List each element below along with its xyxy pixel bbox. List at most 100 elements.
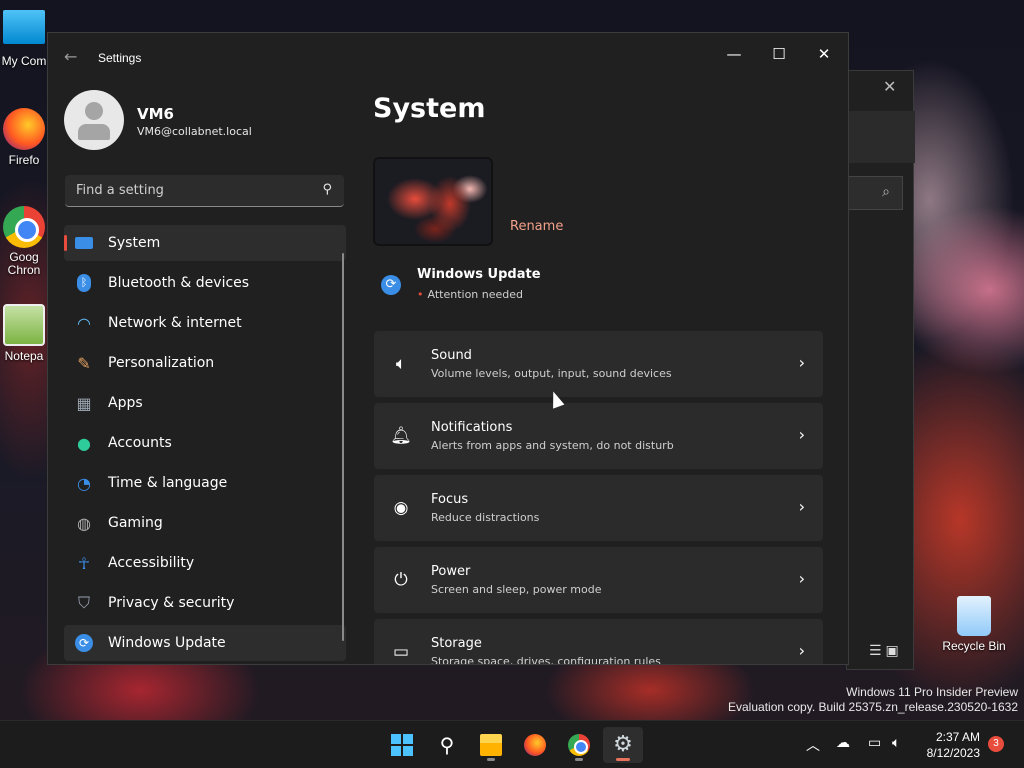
start-icon bbox=[391, 734, 413, 756]
running-indicator bbox=[575, 758, 583, 761]
avatar[interactable] bbox=[64, 90, 124, 150]
onedrive-icon[interactable]: ☁ bbox=[836, 735, 850, 751]
sidebar-item-gaming[interactable]: ◍ Gaming bbox=[64, 505, 346, 541]
shield-icon: ⛉ bbox=[77, 593, 90, 612]
taskbar-settings[interactable]: ⚙ bbox=[603, 727, 643, 763]
globe-clock-icon: ◔ bbox=[77, 473, 91, 493]
card-subtitle: Volume levels, output, input, sound devi… bbox=[431, 367, 672, 380]
firefox-icon bbox=[3, 108, 45, 150]
chrome-icon bbox=[568, 734, 590, 756]
clock-date: 8/12/2023 bbox=[926, 746, 980, 760]
sidebar-item-accounts[interactable]: ● Accounts bbox=[64, 425, 346, 461]
clock-time: 2:37 AM bbox=[935, 730, 980, 744]
active-indicator bbox=[616, 758, 630, 761]
power-icon: ⏻ bbox=[394, 570, 408, 590]
windows-update-icon: ⟳ bbox=[74, 633, 94, 653]
sidebar-item-privacy-security[interactable]: ⛉ Privacy & security bbox=[64, 585, 346, 621]
sidebar-item-personalization[interactable]: ✎ Personalization bbox=[64, 345, 346, 381]
attention-dot-icon: • bbox=[417, 288, 424, 301]
windows-update-title[interactable]: Windows Update bbox=[417, 267, 541, 282]
notification-badge[interactable]: 3 bbox=[988, 736, 1004, 752]
desktop-icon-recycle-bin[interactable]: Recycle Bin bbox=[936, 596, 1012, 653]
card-focus[interactable]: ◉ Focus Reduce distractions › bbox=[374, 475, 823, 541]
taskbar-firefox[interactable] bbox=[515, 727, 555, 763]
settings-cards: 🔈︎ Sound Volume levels, output, input, s… bbox=[374, 331, 823, 664]
sidebar-item-label: Apps bbox=[108, 395, 143, 411]
sidebar-item-label: Gaming bbox=[108, 515, 163, 531]
notepad-icon bbox=[3, 304, 45, 346]
chevron-right-icon: › bbox=[798, 497, 805, 516]
watermark-line-1: Windows 11 Pro Insider Preview bbox=[846, 685, 1018, 699]
card-subtitle: Reduce distractions bbox=[431, 511, 540, 524]
background-window-toolbar bbox=[847, 111, 915, 163]
chevron-right-icon: › bbox=[798, 353, 805, 372]
file-explorer-icon bbox=[480, 734, 502, 756]
sidebar-item-windows-update[interactable]: ⟳ Windows Update bbox=[64, 625, 346, 661]
evaluation-watermark: Windows 11 Pro Insider Preview Evaluatio… bbox=[728, 685, 1018, 715]
window-title: Settings bbox=[98, 51, 142, 65]
system-clock[interactable]: 2:37 AM 8/12/2023 bbox=[916, 729, 980, 761]
watermark-line-2: Evaluation copy. Build 25375.zn_release.… bbox=[728, 700, 1018, 714]
sidebar-scrollbar[interactable] bbox=[342, 253, 344, 641]
windows-update-status-text: Attention needed bbox=[427, 288, 524, 301]
sidebar-item-network[interactable]: ◠ Network & internet bbox=[64, 305, 346, 341]
close-icon[interactable]: ✕ bbox=[883, 77, 896, 96]
device-wallpaper-thumbnail bbox=[373, 157, 493, 246]
sidebar-item-time-language[interactable]: ◔ Time & language bbox=[64, 465, 346, 501]
bell-icon: 🔔︎ bbox=[390, 426, 412, 446]
card-title: Notifications bbox=[431, 420, 513, 435]
sidebar-item-label: Personalization bbox=[108, 355, 215, 371]
chevron-up-icon[interactable]: ︿ bbox=[806, 735, 820, 755]
bluetooth-icon: ᛒ bbox=[74, 273, 94, 293]
taskbar-search-button[interactable]: ⚲ bbox=[427, 727, 467, 763]
sidebar-item-system[interactable]: System bbox=[64, 225, 346, 261]
card-notifications[interactable]: 🔔︎ Notifications Alerts from apps and sy… bbox=[374, 403, 823, 469]
focus-icon: ◉ bbox=[393, 498, 409, 518]
title-bar[interactable]: ← Settings — ☐ ✕ bbox=[48, 33, 848, 83]
minimize-button[interactable]: — bbox=[712, 39, 756, 69]
firefox-icon bbox=[524, 734, 546, 756]
sidebar-item-label: Bluetooth & devices bbox=[108, 275, 250, 291]
search-input[interactable] bbox=[65, 175, 315, 206]
settings-window: ← Settings — ☐ ✕ VM6 VM6@collabnet.local… bbox=[47, 32, 849, 665]
card-storage[interactable]: ▭ Storage Storage space, drives, configu… bbox=[374, 619, 823, 664]
windows-update-status: • Attention needed bbox=[417, 288, 523, 301]
background-window-search[interactable]: ⌕ bbox=[847, 176, 903, 210]
desktop-icon-label: Recycle Bin bbox=[942, 639, 1006, 653]
running-indicator bbox=[487, 758, 495, 761]
card-subtitle: Alerts from apps and system, do not dist… bbox=[431, 439, 674, 452]
close-button[interactable]: ✕ bbox=[802, 39, 846, 69]
search-icon[interactable]: ⚲ bbox=[322, 182, 332, 197]
background-window[interactable]: ✕ ⌕ ☰▣ bbox=[846, 70, 915, 670]
rename-link[interactable]: Rename bbox=[510, 219, 563, 234]
card-sound[interactable]: 🔈︎ Sound Volume levels, output, input, s… bbox=[374, 331, 823, 397]
back-arrow-icon[interactable]: ← bbox=[64, 47, 77, 66]
card-power[interactable]: ⏻ Power Screen and sleep, power mode › bbox=[374, 547, 823, 613]
sidebar-item-label: Network & internet bbox=[108, 315, 242, 331]
chevron-right-icon: › bbox=[798, 569, 805, 588]
volume-icon[interactable]: 🔈︎ bbox=[892, 735, 900, 751]
sidebar-item-bluetooth[interactable]: ᛒ Bluetooth & devices bbox=[64, 265, 346, 301]
card-title: Focus bbox=[431, 492, 469, 507]
maximize-button[interactable]: ☐ bbox=[757, 39, 801, 69]
network-icon[interactable]: ▭ bbox=[868, 735, 881, 751]
taskbar-file-explorer[interactable] bbox=[471, 727, 511, 763]
sidebar-item-label: System bbox=[108, 235, 161, 251]
recycle-bin-icon bbox=[957, 596, 991, 636]
search-icon: ⌕ bbox=[882, 184, 890, 200]
sidebar-item-apps[interactable]: ▦ Apps bbox=[64, 385, 346, 421]
computer-icon bbox=[3, 10, 45, 44]
card-title: Power bbox=[431, 564, 471, 579]
sidebar-item-accessibility[interactable]: ☥ Accessibility bbox=[64, 545, 346, 581]
card-title: Sound bbox=[431, 348, 472, 363]
search-box[interactable]: ⚲ bbox=[65, 175, 344, 207]
wifi-icon: ◠ bbox=[77, 313, 91, 333]
windows-update-icon: ⟳ bbox=[381, 275, 401, 295]
view-toggle-icons[interactable]: ☰▣ bbox=[869, 643, 903, 659]
taskbar-chrome[interactable] bbox=[559, 727, 599, 763]
start-button[interactable] bbox=[382, 727, 422, 763]
settings-icon: ⚙ bbox=[613, 732, 633, 757]
sidebar-item-label: Accounts bbox=[108, 435, 172, 451]
user-email: VM6@collabnet.local bbox=[137, 125, 252, 138]
system-icon bbox=[74, 233, 94, 253]
